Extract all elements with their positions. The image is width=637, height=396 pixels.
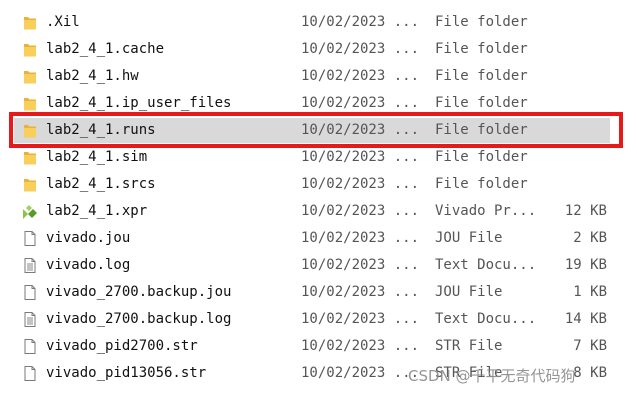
file-row[interactable]: lab2_4_1.cache 10/02/2023 ... File folder: [0, 36, 637, 63]
file-type: Vivado Pr...: [435, 203, 537, 219]
file-type: File folder: [435, 41, 528, 57]
file-row[interactable]: lab2_4_1.runs 10/02/2023 ... File folder: [0, 117, 637, 144]
file-date-modified: 10/02/2023 ...: [301, 95, 420, 111]
file-name: vivado_2700.backup.jou: [46, 284, 232, 300]
file-size: 2 KB: [573, 230, 607, 246]
file-size: 8 KB: [573, 365, 607, 381]
file-size: 7 KB: [573, 338, 607, 354]
file-row[interactable]: lab2_4_1.xpr 10/02/2023 ... Vivado Pr... 12…: [0, 198, 637, 225]
file-type: STR File: [435, 338, 503, 354]
file-type: JOU File: [435, 284, 503, 300]
file-date-modified: 10/02/2023 ...: [301, 338, 420, 354]
watermark: CSDN @千平无奇代码狗: [408, 367, 576, 385]
file-name: lab2_4_1.srcs: [46, 176, 156, 192]
file-type: File folder: [435, 149, 528, 165]
file-date-modified: 10/02/2023 ...: [301, 176, 420, 192]
file-type: File folder: [435, 68, 528, 84]
text-document-icon: [22, 257, 38, 274]
file-row[interactable]: vivado_pid2700.str 10/02/2023 ... STR File…: [0, 333, 637, 360]
file-name: vivado.log: [46, 257, 131, 273]
file-icon: [22, 284, 38, 301]
file-date-modified: 10/02/2023 ...: [301, 149, 420, 165]
file-date-modified: 10/02/2023 ...: [301, 203, 420, 219]
file-size: 12 KB: [564, 203, 607, 219]
file-name: vivado_pid13056.str: [46, 365, 207, 381]
file-date-modified: 10/02/2023 ...: [301, 68, 420, 84]
file-icon: [22, 365, 38, 382]
text-document-icon: [22, 311, 38, 328]
folder-icon: [22, 149, 38, 166]
file-name: lab2_4_1.ip_user_files: [46, 95, 232, 111]
file-row[interactable]: lab2_4_1.srcs 10/02/2023 ... File folder: [0, 171, 637, 198]
folder-icon: [22, 68, 38, 85]
file-size: 1 KB: [573, 284, 607, 300]
vivado-project-icon: [22, 203, 38, 220]
file-date-modified: 10/02/2023 ...: [301, 41, 420, 57]
file-name: lab2_4_1.xpr: [46, 203, 148, 219]
file-type: Text Docu...: [435, 311, 537, 327]
file-name: lab2_4_1.hw: [46, 68, 139, 84]
folder-icon: [22, 122, 38, 139]
file-size: 14 KB: [564, 311, 607, 327]
file-row[interactable]: lab2_4_1.sim 10/02/2023 ... File folder: [0, 144, 637, 171]
file-date-modified: 10/02/2023 ...: [301, 311, 420, 327]
file-name: vivado_2700.backup.log: [46, 311, 232, 327]
file-row[interactable]: vivado_2700.backup.log 10/02/2023 ... Text…: [0, 306, 637, 333]
file-name: vivado.jou: [46, 230, 131, 246]
file-date-modified: 10/02/2023 ...: [301, 230, 420, 246]
file-size: 19 KB: [564, 257, 607, 273]
file-type: File folder: [435, 122, 528, 138]
file-date-modified: 10/02/2023 ...: [301, 365, 420, 381]
file-type: File folder: [435, 14, 528, 30]
file-name: lab2_4_1.sim: [46, 149, 148, 165]
file-date-modified: 10/02/2023 ...: [301, 257, 420, 273]
file-list: .Xil 10/02/2023 ... File folder lab2_4_1.ca…: [0, 9, 637, 387]
folder-icon: [22, 14, 38, 31]
file-type: File folder: [435, 95, 528, 111]
folder-icon: [22, 176, 38, 193]
file-icon: [22, 230, 38, 247]
file-date-modified: 10/02/2023 ...: [301, 284, 420, 300]
file-row[interactable]: lab2_4_1.hw 10/02/2023 ... File folder: [0, 63, 637, 90]
file-type: Text Docu...: [435, 257, 537, 273]
file-name: lab2_4_1.runs: [46, 122, 156, 138]
file-name: .Xil: [46, 14, 80, 30]
file-type: File folder: [435, 176, 528, 192]
file-date-modified: 10/02/2023 ...: [301, 14, 420, 30]
folder-icon: [22, 41, 38, 58]
file-type: JOU File: [435, 230, 503, 246]
file-date-modified: 10/02/2023 ...: [301, 122, 420, 138]
file-row[interactable]: lab2_4_1.ip_user_files 10/02/2023 ... File…: [0, 90, 637, 117]
file-row[interactable]: vivado.log 10/02/2023 ... Text Docu... 19 K…: [0, 252, 637, 279]
file-row[interactable]: .Xil 10/02/2023 ... File folder: [0, 9, 637, 36]
folder-icon: [22, 95, 38, 112]
file-name: vivado_pid2700.str: [46, 338, 198, 354]
file-name: lab2_4_1.cache: [46, 41, 165, 57]
file-row[interactable]: vivado_2700.backup.jou 10/02/2023 ... JOU …: [0, 279, 637, 306]
file-row[interactable]: vivado.jou 10/02/2023 ... JOU File 2 KB: [0, 225, 637, 252]
file-icon: [22, 338, 38, 355]
